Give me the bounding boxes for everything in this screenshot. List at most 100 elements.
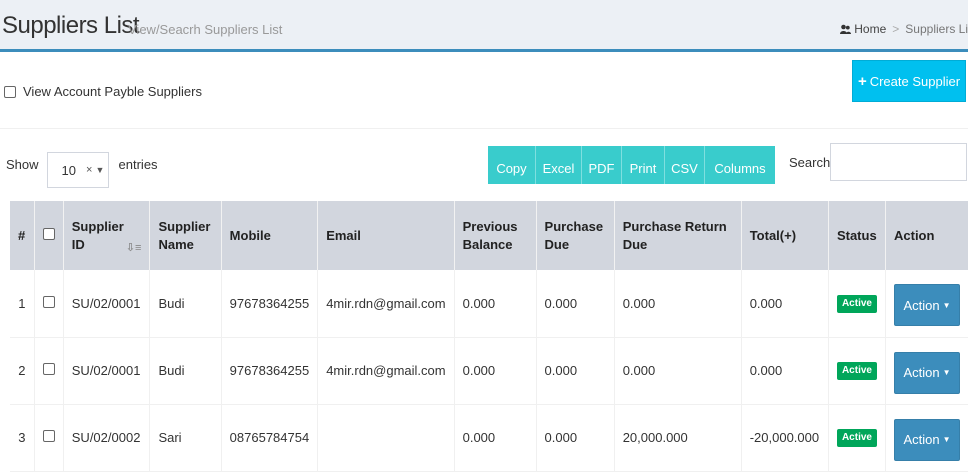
chevron-down-icon: ▼ [95,165,105,175]
pdf-button[interactable]: PDF [582,146,622,184]
row-number: 2 [10,337,35,405]
csv-button[interactable]: CSV [665,146,705,184]
column-header-number[interactable]: # [10,201,35,270]
email [317,404,455,472]
supplier-id: SU/02/0001 [63,270,151,338]
view-payable-checkbox[interactable] [4,85,16,98]
search-input[interactable] [830,143,967,181]
mobile: 97678364255 [221,337,319,405]
column-header-email[interactable]: Email [317,201,455,270]
column-header-action: Action [885,201,968,270]
status-badge: Active [836,362,877,380]
clear-icon[interactable]: × [86,164,92,176]
show-label: Show [6,156,39,172]
status-badge: Active [836,429,877,447]
action-dropdown-button[interactable]: Action ▼ [894,418,960,461]
create-supplier-label: Create Supplier [869,73,961,89]
view-payable-label: View Account Payble Suppliers [23,84,202,99]
breadcrumb-current: Suppliers Li [905,22,968,36]
caret-down-icon: ▼ [942,435,951,444]
total: 0.000 [741,337,829,405]
purchase-return-due: 20,000.000 [614,404,742,472]
total: -20,000.000 [741,404,829,472]
column-header-supplier-id-label: Supplier ID [71,218,124,252]
action-dropdown-button[interactable]: Action ▼ [894,351,960,394]
row-select [34,404,64,472]
purchase-return-due: 0.000 [614,270,742,338]
status-badge: Active [836,294,877,313]
row-select [34,337,64,405]
column-header-supplier-id[interactable]: Supplier ID ⇩≡ [63,201,151,270]
supplier-name: Sari [149,404,222,472]
table-header-row: # Supplier ID ⇩≡ Supplier Name Mobile Em… [10,201,968,270]
caret-down-icon: ▼ [942,368,951,377]
caret-down-icon: ▼ [942,300,951,310]
row-checkbox[interactable] [42,295,55,308]
action-cell: Action ▼ [885,337,968,405]
page-subtitle: View/Seacrh Suppliers List [128,22,283,37]
content-header: Suppliers List View/Seacrh Suppliers Lis… [0,0,968,52]
entries-label: entries [118,156,158,172]
previous-balance: 0.000 [454,270,537,338]
column-header-select-all [34,201,64,270]
page-title: Suppliers List [2,12,140,39]
purchase-due: 0.000 [536,404,615,472]
row-select [34,270,64,338]
action-dropdown-button[interactable]: Action ▼ [894,284,960,327]
column-header-purchase-return-due-label: Purchase Return Due [622,218,727,252]
column-header-previous-balance[interactable]: Previous Balance [454,201,537,270]
column-header-supplier-name[interactable]: Supplier Name [149,201,222,270]
columns-button[interactable]: Columns [705,146,775,184]
column-header-supplier-name-label: Supplier Name [158,218,211,252]
purchase-due: 0.000 [536,337,615,405]
purchase-due: 0.000 [536,270,615,338]
print-button[interactable]: Print [622,146,665,184]
action-cell: Action ▼ [885,404,968,472]
create-supplier-button[interactable]: + Create Supplier [852,60,966,102]
column-header-purchase-return-due[interactable]: Purchase Return Due [614,201,742,270]
view-payable-suppliers-toggle[interactable]: View Account Payble Suppliers [4,84,202,99]
supplier-name: Budi [149,337,222,405]
suppliers-table: # Supplier ID ⇩≡ Supplier Name Mobile Em… [10,201,968,472]
mobile: 08765784754 [221,404,319,472]
previous-balance: 0.000 [454,404,537,472]
purchase-return-due: 0.000 [614,337,742,405]
breadcrumb-separator: > [892,22,900,36]
status-cell: Active [828,270,887,338]
row-number: 1 [10,270,35,338]
search-label: Search: [789,155,834,170]
breadcrumb-home-link[interactable]: Home [854,22,886,36]
home-icon [840,23,852,34]
action-label: Action [903,432,940,447]
supplier-id: SU/02/0001 [63,337,151,405]
excel-button[interactable]: Excel [536,146,582,184]
sort-icon[interactable]: ⇩≡ [126,239,142,257]
action-label: Action [903,297,940,313]
mobile: 97678364255 [221,270,319,338]
entries-value: 10 [61,162,76,178]
action-cell: Action ▼ [885,270,968,338]
total: 0.000 [741,270,829,338]
previous-balance: 0.000 [454,337,537,405]
show-entries: Show 10 × ▼ entries [6,146,158,188]
column-header-status[interactable]: Status [828,201,887,270]
divider [0,128,968,129]
row-checkbox[interactable] [42,363,55,375]
copy-button[interactable]: Copy [488,146,536,184]
column-header-previous-balance-label: Previous Balance [462,218,518,252]
column-header-purchase-due[interactable]: Purchase Due [536,201,615,270]
column-header-purchase-due-label: Purchase Due [544,218,604,252]
column-header-total[interactable]: Total(+) [741,201,829,270]
status-cell: Active [828,337,887,405]
table-row: 2 SU/02/0001 Budi 97678364255 4mir.rdn@g… [10,337,968,405]
row-checkbox[interactable] [42,430,55,442]
breadcrumb: Home > Suppliers Li [840,22,968,36]
column-header-mobile[interactable]: Mobile [221,201,319,270]
table-row: 1 SU/02/0001 Budi 97678364255 4mir.rdn@g… [10,270,968,338]
row-number: 3 [10,404,35,472]
email: 4mir.rdn@gmail.com [317,337,455,405]
entries-select[interactable]: 10 × ▼ [46,152,109,188]
select-all-checkbox[interactable] [42,227,55,240]
action-label: Action [903,365,940,380]
table-row: 3 SU/02/0002 Sari 08765784754 0.000 0.00… [10,404,968,472]
